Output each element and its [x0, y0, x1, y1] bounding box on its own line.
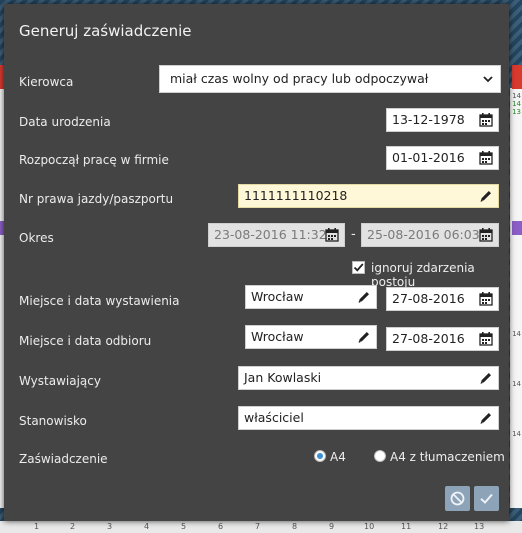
background-right-column: [510, 88, 522, 508]
ruler-tick: 7: [255, 522, 261, 531]
issue-date-value: 27-08-2016: [392, 291, 465, 306]
period-to-value: 25-08-2016 06:03: [367, 227, 480, 242]
cancel-icon: [450, 491, 465, 506]
pencil-icon[interactable]: [479, 371, 493, 385]
position-value: właściciel: [244, 410, 304, 425]
start-work-input[interactable]: 01-01-2016: [386, 146, 499, 170]
ruler-tick: 11: [401, 522, 412, 531]
receive-date-input[interactable]: 27-08-2016: [386, 327, 499, 351]
license-input[interactable]: 1111111110218: [238, 184, 499, 208]
background-ruler: 1 2 3 4 5 6 7 8 9 10 11 12 13: [0, 521, 522, 533]
ruler-tick: 12: [438, 522, 449, 531]
checkmark-icon: [353, 263, 364, 272]
position-input[interactable]: właściciel: [238, 406, 499, 430]
ruler-tick: 4: [144, 522, 150, 531]
pencil-icon[interactable]: [357, 290, 371, 304]
birth-date-label: Data urodzenia: [19, 115, 111, 129]
background-red-marker-right: [512, 65, 522, 89]
ruler-tick: 6: [218, 522, 224, 531]
issue-date-input[interactable]: 27-08-2016: [386, 287, 499, 311]
cancel-button[interactable]: [445, 486, 470, 511]
period-label: Okres: [19, 231, 54, 245]
radio-a4[interactable]: [314, 450, 326, 462]
driver-label: Kierowca: [19, 75, 74, 89]
background-mark: 14: [512, 380, 521, 388]
start-work-label: Rozpoczął pracę w firmie: [19, 153, 169, 167]
background-mark: 14: [512, 430, 521, 438]
chevron-down-icon: [483, 76, 493, 83]
checkmark-icon: [480, 493, 493, 504]
radio-a4-translation[interactable]: [374, 450, 386, 462]
issue-place-input[interactable]: Wrocław: [245, 285, 377, 309]
issuer-input[interactable]: Jan Kowlaski: [238, 366, 499, 390]
period-from-value: 23-08-2016 11:32: [214, 227, 327, 242]
calendar-icon[interactable]: [325, 228, 339, 242]
ruler-tick: 8: [292, 522, 298, 531]
license-label: Nr prawa jazdy/paszportu: [19, 192, 174, 206]
receive-place-date-label: Miejsce i data odbioru: [19, 334, 152, 348]
ruler-tick: 1: [34, 522, 40, 531]
calendar-icon[interactable]: [479, 113, 493, 127]
issue-place-value: Wrocław: [251, 289, 304, 304]
background-mark: 14: [512, 330, 521, 338]
license-value: 1111111110218: [244, 188, 348, 203]
radio-a4-label[interactable]: A4: [330, 450, 346, 464]
confirm-button[interactable]: [474, 486, 499, 511]
background-mark: 14: [512, 100, 521, 108]
pencil-icon[interactable]: [357, 330, 371, 344]
birth-date-value: 13-12-1978: [392, 112, 465, 127]
radio-a4-translation-label[interactable]: A4 z tłumaczeniem: [390, 450, 505, 464]
background-mark: 14: [512, 92, 521, 100]
pencil-icon[interactable]: [479, 411, 493, 425]
calendar-icon[interactable]: [479, 332, 493, 346]
calendar-icon[interactable]: [479, 151, 493, 165]
receive-date-value: 27-08-2016: [392, 331, 465, 346]
position-label: Stanowisko: [19, 414, 87, 428]
driver-select-value: miał czas wolny od pracy lub odpoczywał: [170, 71, 429, 86]
issuer-value: Jan Kowlaski: [244, 370, 322, 385]
issuer-label: Wystawiający: [19, 374, 101, 388]
ruler-tick: 10: [364, 522, 375, 531]
background-purple-marker-right: [512, 221, 522, 235]
ruler-tick: 2: [70, 522, 76, 531]
birth-date-input[interactable]: 13-12-1978: [386, 108, 499, 132]
period-to-input[interactable]: 25-08-2016 06:03: [361, 223, 499, 247]
period-from-input[interactable]: 23-08-2016 11:32: [208, 223, 345, 247]
driver-select[interactable]: miał czas wolny od pracy lub odpoczywał: [159, 65, 501, 93]
receive-place-value: Wrocław: [251, 329, 304, 344]
start-work-value: 01-01-2016: [392, 150, 465, 165]
ignore-events-checkbox[interactable]: [352, 261, 365, 274]
ignore-events-label: ignoruj zdarzenia postoju: [371, 261, 475, 289]
ruler-tick: 13: [474, 522, 485, 531]
pencil-icon[interactable]: [479, 189, 493, 203]
calendar-icon[interactable]: [479, 228, 493, 242]
ruler-tick: 9: [329, 522, 335, 531]
receive-place-input[interactable]: Wrocław: [245, 325, 377, 349]
ruler-tick: 3: [107, 522, 113, 531]
issue-place-date-label: Miejsce i data wystawienia: [19, 294, 180, 308]
calendar-icon[interactable]: [479, 292, 493, 306]
generate-certificate-dialog: Generuj zaświadczenie Kierowca miał czas…: [4, 4, 509, 521]
period-separator: -: [351, 227, 356, 242]
certificate-label: Zaświadczenie: [19, 452, 108, 466]
dialog-title: Generuj zaświadczenie: [19, 22, 192, 40]
background-mark: 13: [512, 108, 521, 116]
ruler-tick: 5: [181, 522, 187, 531]
